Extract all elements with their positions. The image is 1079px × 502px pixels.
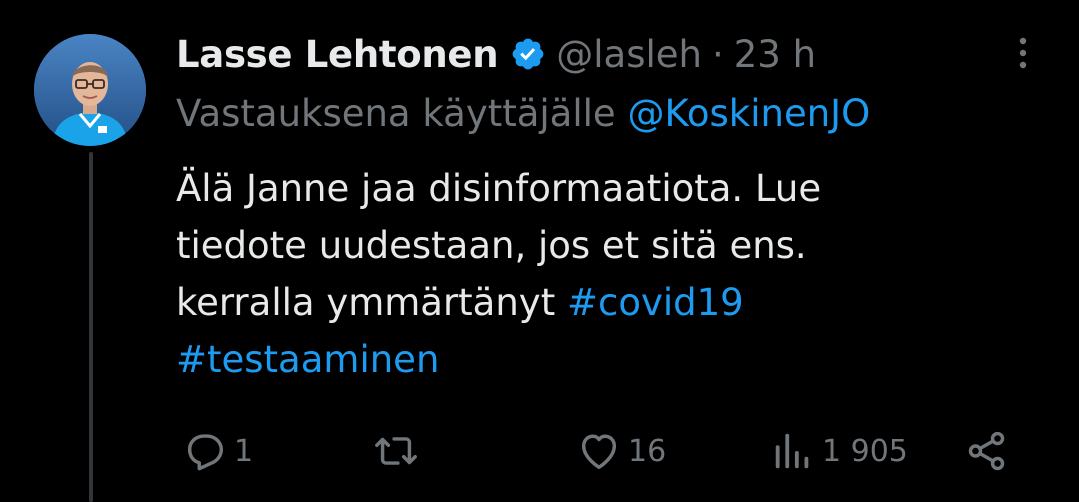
views-button[interactable]: 1 905	[770, 425, 908, 477]
author-handle[interactable]: @lasleh	[556, 33, 702, 76]
retweet-icon	[372, 428, 420, 474]
reply-count: 1	[234, 433, 254, 469]
share-icon	[964, 428, 1010, 474]
tweet-text-line: Älä Janne jaa disinformaatiota. Lue	[176, 167, 822, 210]
avatar[interactable]	[34, 34, 146, 146]
share-button[interactable]	[964, 425, 1010, 477]
tweet-header: Lasse Lehtonen @lasleh · 23 h	[176, 27, 816, 81]
comment-icon	[182, 428, 228, 474]
views-count: 1 905	[822, 433, 908, 469]
separator-dot: ·	[712, 32, 724, 76]
more-vertical-icon[interactable]	[1008, 30, 1038, 80]
tweet-text-line: kerralla ymmärtänyt #covid19	[176, 274, 1036, 331]
verified-badge-icon	[510, 36, 546, 72]
reply-button[interactable]: 1	[182, 425, 253, 477]
tweet-text-fragment: kerralla ymmärtänyt	[176, 281, 567, 324]
heart-icon	[576, 428, 622, 474]
tweet-text-line: #testaaminen	[176, 331, 1036, 388]
like-button[interactable]: 16	[576, 425, 666, 477]
tweet-actions-bar: 1 16 1 905	[0, 425, 1079, 477]
views-chart-icon	[770, 428, 816, 474]
tweet-text-line: tiedote uudestaan, jos et sitä ens.	[176, 224, 807, 267]
tweet-timestamp[interactable]: 23 h	[734, 33, 816, 76]
tweet-text: Älä Janne jaa disinformaatiota. Lue tied…	[176, 160, 1036, 388]
author-display-name[interactable]: Lasse Lehtonen	[176, 33, 499, 76]
reply-context-prefix: Vastauksena käyttäjälle	[176, 92, 616, 135]
hashtag-link[interactable]: #testaaminen	[176, 338, 439, 381]
retweet-button[interactable]	[372, 425, 426, 477]
reply-mention-link[interactable]: @KoskinenJO	[627, 92, 870, 135]
hashtag-link[interactable]: #covid19	[567, 281, 744, 324]
like-count: 16	[628, 433, 667, 469]
reply-context: Vastauksena käyttäjälle @KoskinenJO	[176, 92, 870, 135]
